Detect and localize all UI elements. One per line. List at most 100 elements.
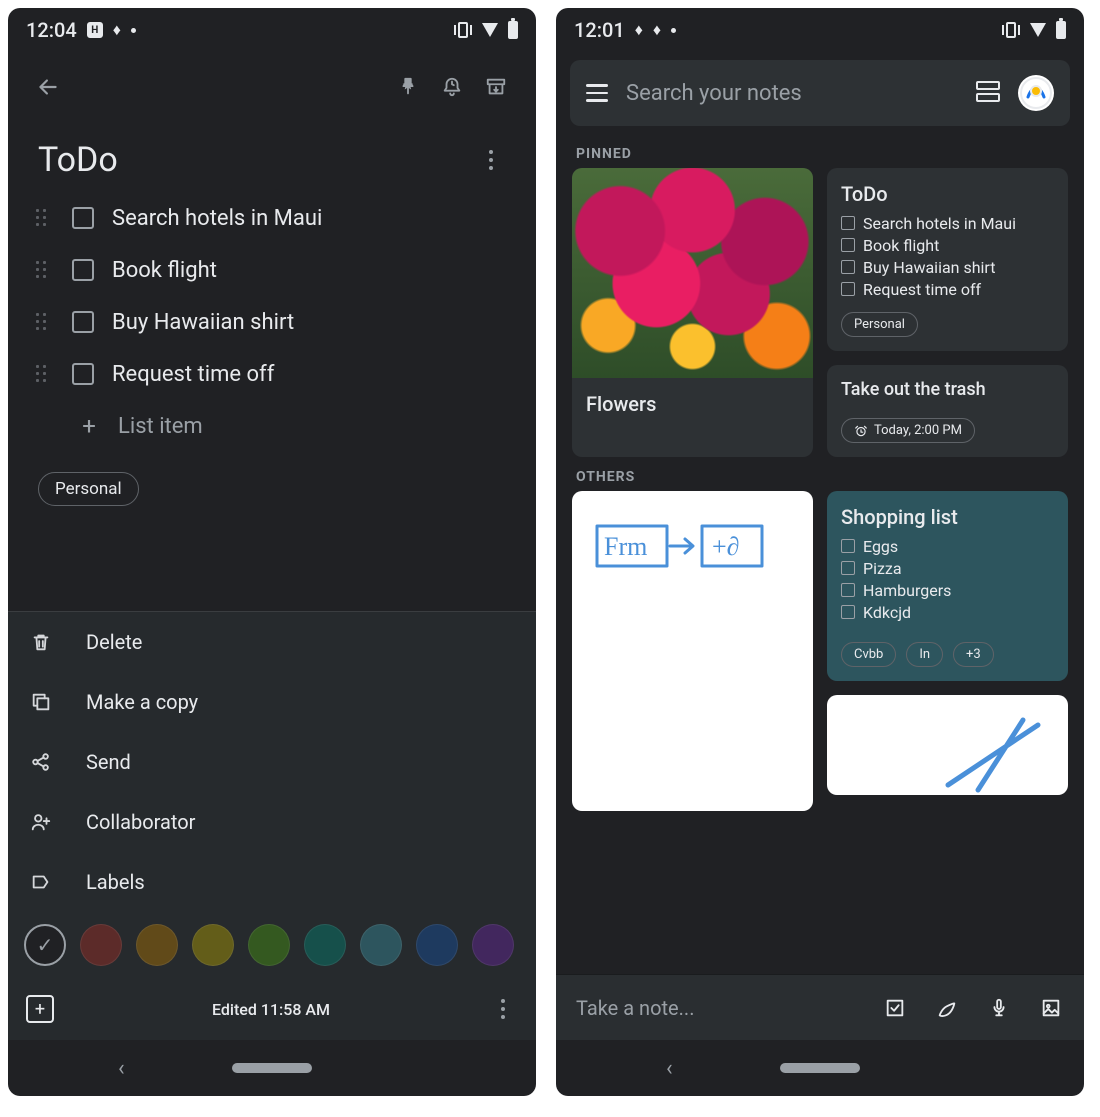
note-image bbox=[572, 168, 813, 378]
color-swatch[interactable] bbox=[472, 924, 514, 966]
share-icon bbox=[28, 749, 54, 775]
color-swatch[interactable] bbox=[136, 924, 178, 966]
plus-icon: + bbox=[78, 412, 100, 440]
note-card-todo[interactable]: ToDo Search hotels in Maui Book flight B… bbox=[827, 168, 1068, 351]
search-bar[interactable]: Search your notes bbox=[570, 60, 1070, 126]
status-bar: 12:04 H ♦ bbox=[8, 8, 536, 52]
notification-dot bbox=[671, 28, 676, 33]
todo-item: Request time off bbox=[863, 280, 981, 299]
checkbox[interactable] bbox=[72, 259, 94, 281]
reminder-text: Today, 2:00 PM bbox=[874, 423, 962, 438]
note-title: Take out the trash bbox=[841, 379, 1054, 400]
shopping-item: Kdkcjd bbox=[863, 603, 911, 622]
shopping-item: Pizza bbox=[863, 559, 902, 578]
drawing-content: Frm +∂ bbox=[592, 511, 782, 581]
new-audio-icon[interactable] bbox=[986, 995, 1012, 1021]
note-title[interactable]: ToDo bbox=[38, 140, 476, 180]
checklist-item[interactable]: Request time off bbox=[26, 348, 518, 400]
sheet-item-label: Delete bbox=[86, 630, 142, 654]
drag-handle-icon[interactable] bbox=[36, 261, 54, 279]
sheet-delete[interactable]: Delete bbox=[8, 612, 536, 672]
new-drawing-icon[interactable] bbox=[934, 995, 960, 1021]
checklist-item[interactable]: Buy Hawaiian shirt bbox=[26, 296, 518, 348]
take-note-input[interactable]: Take a note... bbox=[576, 996, 856, 1020]
color-swatch[interactable] bbox=[192, 924, 234, 966]
more-button[interactable] bbox=[476, 145, 506, 175]
sheet-labels[interactable]: Labels bbox=[8, 852, 536, 912]
color-swatch[interactable] bbox=[248, 924, 290, 966]
avatar[interactable] bbox=[1018, 75, 1054, 111]
color-swatch[interactable] bbox=[360, 924, 402, 966]
menu-icon[interactable] bbox=[586, 84, 608, 102]
note-card-trash[interactable]: Take out the trash Today, 2:00 PM bbox=[827, 365, 1068, 457]
checklist-item[interactable]: Book flight bbox=[26, 244, 518, 296]
checkbox[interactable] bbox=[72, 363, 94, 385]
color-swatch-default[interactable]: ✓ bbox=[24, 924, 66, 966]
pin-button[interactable] bbox=[386, 65, 430, 109]
checklist-item[interactable]: Search hotels in Maui bbox=[26, 192, 518, 244]
home-pill[interactable] bbox=[232, 1063, 312, 1073]
battery-icon bbox=[1056, 21, 1066, 39]
color-swatch[interactable] bbox=[80, 924, 122, 966]
label-chip[interactable]: Personal bbox=[38, 472, 139, 506]
search-placeholder[interactable]: Search your notes bbox=[626, 81, 958, 106]
label-chip: +3 bbox=[953, 642, 994, 667]
note-title: ToDo bbox=[841, 182, 1054, 206]
note-card-flowers[interactable]: Flowers bbox=[572, 168, 813, 457]
wifi-icon bbox=[1030, 23, 1046, 37]
checkbox[interactable] bbox=[72, 207, 94, 229]
checklist-item-text[interactable]: Book flight bbox=[112, 258, 217, 283]
color-swatch[interactable] bbox=[416, 924, 458, 966]
svg-text:Frm: Frm bbox=[604, 532, 647, 561]
drag-handle-icon[interactable] bbox=[36, 209, 54, 227]
phone-left: 12:04 H ♦ ToDo Se bbox=[8, 8, 536, 1096]
sheet-copy[interactable]: Make a copy bbox=[8, 672, 536, 732]
checklist: Search hotels in Maui Book flight Buy Ha… bbox=[8, 192, 536, 452]
pinned-grid: Flowers ToDo Search hotels in Maui Book … bbox=[556, 168, 1084, 457]
checklist-item-text[interactable]: Search hotels in Maui bbox=[112, 206, 322, 231]
take-note-bar: Take a note... bbox=[556, 974, 1084, 1040]
shopping-item: Eggs bbox=[863, 537, 898, 556]
checkbox-icon bbox=[841, 260, 855, 274]
reminder-button[interactable] bbox=[430, 65, 474, 109]
drag-handle-icon[interactable] bbox=[36, 365, 54, 383]
checklist-item-text[interactable]: Buy Hawaiian shirt bbox=[112, 310, 294, 335]
shopping-item: Hamburgers bbox=[863, 581, 951, 600]
new-image-icon[interactable] bbox=[1038, 995, 1064, 1021]
home-pill[interactable] bbox=[780, 1063, 860, 1073]
sheet-collaborator[interactable]: Collaborator bbox=[8, 792, 536, 852]
checkbox-icon bbox=[841, 605, 855, 619]
sheet-send[interactable]: Send bbox=[8, 732, 536, 792]
checkbox[interactable] bbox=[72, 311, 94, 333]
color-swatch[interactable] bbox=[304, 924, 346, 966]
add-list-item[interactable]: + List item bbox=[26, 400, 518, 452]
checkbox-icon bbox=[841, 561, 855, 575]
note-card-sketch[interactable] bbox=[827, 695, 1068, 795]
edited-timestamp: Edited 11:58 AM bbox=[54, 1000, 488, 1019]
reminder-chip: Today, 2:00 PM bbox=[841, 418, 975, 443]
add-button[interactable]: + bbox=[26, 995, 54, 1023]
svg-text:+∂: +∂ bbox=[712, 532, 740, 561]
back-caret-icon[interactable]: ‹ bbox=[118, 1056, 125, 1081]
drag-handle-icon[interactable] bbox=[36, 313, 54, 331]
section-others-label: OTHERS bbox=[556, 457, 1084, 491]
back-button[interactable] bbox=[26, 65, 70, 109]
archive-button[interactable] bbox=[474, 65, 518, 109]
sheet-item-label: Send bbox=[86, 750, 131, 774]
view-toggle-icon[interactable] bbox=[976, 81, 1000, 105]
copy-icon bbox=[28, 689, 54, 715]
note-card-drawing[interactable]: Frm +∂ bbox=[572, 491, 813, 811]
checklist-item-text[interactable]: Request time off bbox=[112, 362, 274, 387]
more-button-bottom[interactable] bbox=[488, 994, 518, 1024]
sheet-item-label: Make a copy bbox=[86, 690, 198, 714]
todo-item: Search hotels in Maui bbox=[863, 214, 1016, 233]
label-chip: In bbox=[906, 642, 943, 667]
new-list-icon[interactable] bbox=[882, 995, 908, 1021]
system-nav: ‹ bbox=[8, 1040, 536, 1096]
note-card-shopping[interactable]: Shopping list Eggs Pizza Hamburgers Kdkc… bbox=[827, 491, 1068, 681]
checkbox-icon bbox=[841, 583, 855, 597]
bulb-icon: ♦ bbox=[653, 20, 661, 40]
label-chip: Personal bbox=[841, 312, 918, 337]
back-caret-icon[interactable]: ‹ bbox=[666, 1056, 673, 1081]
todo-item: Book flight bbox=[863, 236, 939, 255]
